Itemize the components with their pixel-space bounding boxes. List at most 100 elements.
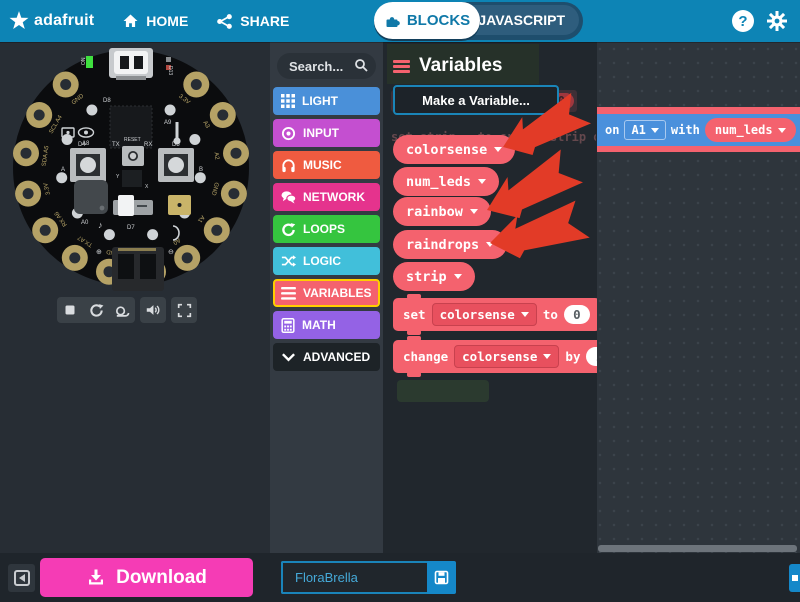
- stop-icon: [63, 303, 77, 317]
- make-variable-label: Make a Variable...: [422, 93, 530, 108]
- category-advanced[interactable]: ADVANCED: [273, 343, 380, 371]
- tab-blocks[interactable]: BLOCKS: [374, 2, 480, 39]
- stop-button[interactable]: [57, 297, 83, 323]
- chevron-down-icon: [651, 128, 659, 133]
- flyout-title-label: Variables: [419, 55, 502, 77]
- pin-value: A1: [631, 123, 645, 137]
- board-label: RX: [144, 142, 152, 148]
- variable-pill-num-leds[interactable]: num_leds: [705, 118, 796, 142]
- project-name-input[interactable]: [281, 561, 427, 594]
- variables-icon: [281, 287, 296, 300]
- music-note-glyph: ♪: [98, 220, 103, 230]
- target-icon: [281, 126, 296, 141]
- blocks-workspace[interactable]: on A1 with num_leds pix 160: [383, 42, 800, 553]
- category-label: MUSIC: [303, 158, 342, 172]
- block-keyword: with: [671, 123, 700, 137]
- slow-mo-icon: [114, 303, 130, 318]
- adafruit-logo[interactable]: adafruit: [8, 10, 94, 32]
- chevron-down-icon: [494, 147, 502, 152]
- collapse-simulator-button[interactable]: [8, 564, 35, 592]
- flyout-title: Variables: [393, 55, 502, 77]
- board-label: ON: [81, 57, 87, 65]
- headphones-icon: [281, 158, 296, 173]
- restart-icon: [89, 303, 104, 318]
- logo-text: adafruit: [34, 12, 94, 30]
- pin-dropdown[interactable]: A1: [624, 120, 665, 140]
- save-button[interactable]: [427, 561, 456, 594]
- category-variables[interactable]: VARIABLES: [273, 279, 380, 307]
- board-label: TX: [112, 142, 120, 148]
- category-label: MATH: [302, 318, 336, 332]
- create-strip-block[interactable]: on A1 with num_leds pix: [597, 107, 800, 194]
- editor-toggle: {} JAVASCRIPT BLOCKS: [374, 2, 583, 40]
- battery-connector: [112, 247, 164, 291]
- make-variable-button[interactable]: Make a Variable...: [393, 85, 559, 115]
- horizontal-scrollbar[interactable]: [598, 545, 797, 552]
- variable-name: colorsense: [462, 349, 537, 364]
- simulator-panel: 3.3V A3 A2 GND A1 A0 VOUT GND SCL A4 SDA…: [0, 42, 270, 553]
- block-keyword: to: [543, 307, 558, 322]
- download-button[interactable]: Download: [40, 558, 253, 597]
- shuffle-icon: [281, 254, 296, 268]
- category-light[interactable]: LIGHT: [273, 87, 380, 115]
- category-math[interactable]: MATH: [273, 311, 380, 339]
- fullscreen-button[interactable]: [171, 297, 197, 323]
- category-input[interactable]: INPUT: [273, 119, 380, 147]
- set-variable-block[interactable]: set colorsense to 0: [393, 298, 597, 331]
- category-logic[interactable]: LOGIC: [273, 247, 380, 275]
- gear-icon: [766, 10, 788, 32]
- variable-name: num_leds: [715, 123, 773, 137]
- variable-pill-raindrops[interactable]: raindrops: [393, 230, 507, 259]
- board-label: ⊖: [168, 249, 174, 256]
- top-bar: adafruit HOME SHARE {} JAVASCRIPT: [0, 0, 800, 42]
- help-button[interactable]: ?: [732, 10, 754, 32]
- search-input[interactable]: [277, 53, 376, 79]
- button-b[interactable]: [158, 148, 194, 182]
- makecode-editor: adafruit HOME SHARE {} JAVASCRIPT: [0, 0, 800, 602]
- category-label: NETWORK: [303, 190, 365, 204]
- floppy-save-icon: [434, 570, 449, 585]
- category-network[interactable]: NETWORK: [273, 183, 380, 211]
- variable-dropdown[interactable]: colorsense: [432, 303, 537, 326]
- green-power-led: [86, 56, 93, 68]
- simulator-controls: [57, 297, 197, 323]
- grid-icon: [281, 94, 295, 108]
- chevron-down-icon: [543, 354, 551, 359]
- fullscreen-icon: [177, 303, 192, 318]
- variable-pill-rainbow[interactable]: rainbow: [393, 197, 491, 226]
- bottom-bar: Download: [0, 553, 800, 602]
- category-loops[interactable]: LOOPS: [273, 215, 380, 243]
- value-input[interactable]: 1: [586, 347, 597, 366]
- blocks-label: BLOCKS: [407, 12, 470, 29]
- puzzle-icon: [384, 13, 400, 29]
- category-music[interactable]: MUSIC: [273, 151, 380, 179]
- chevron-down-icon: [521, 312, 529, 317]
- chevron-down-icon: [454, 274, 462, 279]
- category-label: INPUT: [303, 126, 339, 140]
- audio-button[interactable]: [140, 297, 166, 323]
- variable-pill-colorsense[interactable]: colorsense: [393, 135, 515, 164]
- variable-pill-num-leds[interactable]: num_leds: [393, 167, 499, 196]
- slow-mo-button[interactable]: [109, 297, 135, 323]
- change-variable-block[interactable]: change colorsense by 1: [393, 340, 597, 373]
- category-label: LIGHT: [302, 94, 338, 108]
- bottom-right-edge-button[interactable]: [789, 564, 800, 592]
- block-keyword: set: [403, 307, 426, 322]
- value-input[interactable]: 0: [564, 305, 590, 324]
- variable-pill-strip[interactable]: strip: [393, 262, 475, 291]
- variables-icon: [393, 60, 410, 73]
- button-a[interactable]: [70, 148, 106, 182]
- block-keyword: on: [605, 123, 619, 137]
- settings-button[interactable]: [764, 8, 790, 34]
- board-label: D13: [167, 66, 173, 75]
- board-label: D4: [78, 142, 86, 148]
- download-label: Download: [116, 567, 207, 589]
- accelerometer: [122, 170, 142, 187]
- home-button[interactable]: HOME: [122, 13, 188, 29]
- reset-button[interactable]: [122, 146, 144, 166]
- share-icon: [216, 13, 233, 30]
- share-button[interactable]: SHARE: [216, 13, 289, 30]
- restart-button[interactable]: [83, 297, 109, 323]
- variable-dropdown[interactable]: colorsense: [454, 345, 559, 368]
- chevron-down-icon: [281, 352, 296, 362]
